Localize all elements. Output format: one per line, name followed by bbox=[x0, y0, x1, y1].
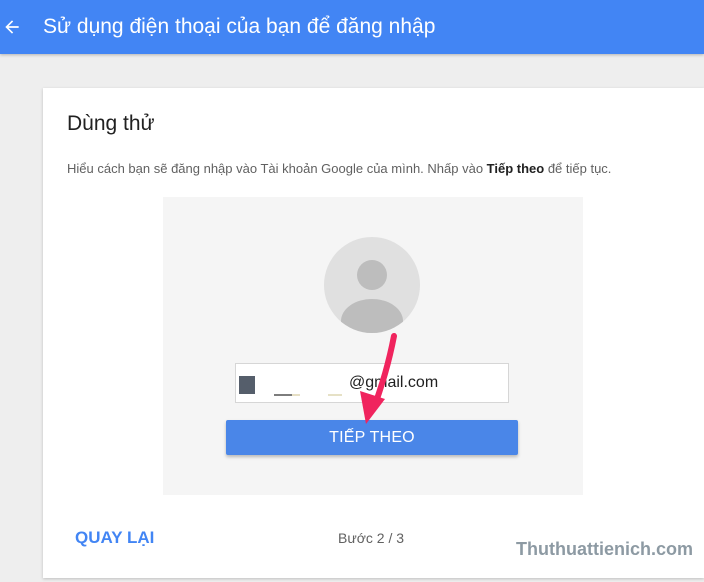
description-prefix: Hiểu cách bạn sẽ đăng nhập vào Tài khoản… bbox=[67, 161, 487, 176]
watermark: Thuthuattienich.com bbox=[516, 539, 693, 559]
step-indicator: Bước 2 / 3 bbox=[338, 530, 405, 546]
description-bold: Tiếp theo bbox=[486, 161, 545, 176]
demo-panel: @gmail.com TIẾP THEO bbox=[163, 197, 583, 495]
email-value: @gmail.com bbox=[349, 374, 439, 391]
card-description: Hiểu cách bạn sẽ đăng nhập vào Tài khoản… bbox=[67, 160, 687, 178]
redaction-mark bbox=[274, 394, 292, 396]
card-title: Dùng thử bbox=[67, 112, 155, 135]
default-avatar-icon bbox=[324, 237, 420, 333]
top-app-bar: Sử dụng điện thoại của bạn để đăng nhập bbox=[0, 0, 704, 54]
redaction-mark bbox=[328, 394, 342, 396]
page-title: Sử dụng điện thoại của bạn để đăng nhập bbox=[43, 15, 436, 38]
description-suffix: để tiếp tục. bbox=[544, 161, 612, 176]
next-button[interactable]: TIẾP THEO bbox=[226, 420, 518, 455]
redacted-block bbox=[239, 376, 255, 394]
arrow-left-icon bbox=[5, 20, 19, 34]
tutorial-card: Dùng thử Hiểu cách bạn sẽ đăng nhập vào … bbox=[43, 88, 704, 578]
redaction-mark bbox=[292, 394, 300, 396]
email-field: @gmail.com bbox=[235, 363, 509, 403]
back-link[interactable]: QUAY LẠI bbox=[75, 528, 154, 548]
back-button[interactable] bbox=[0, 8, 24, 46]
